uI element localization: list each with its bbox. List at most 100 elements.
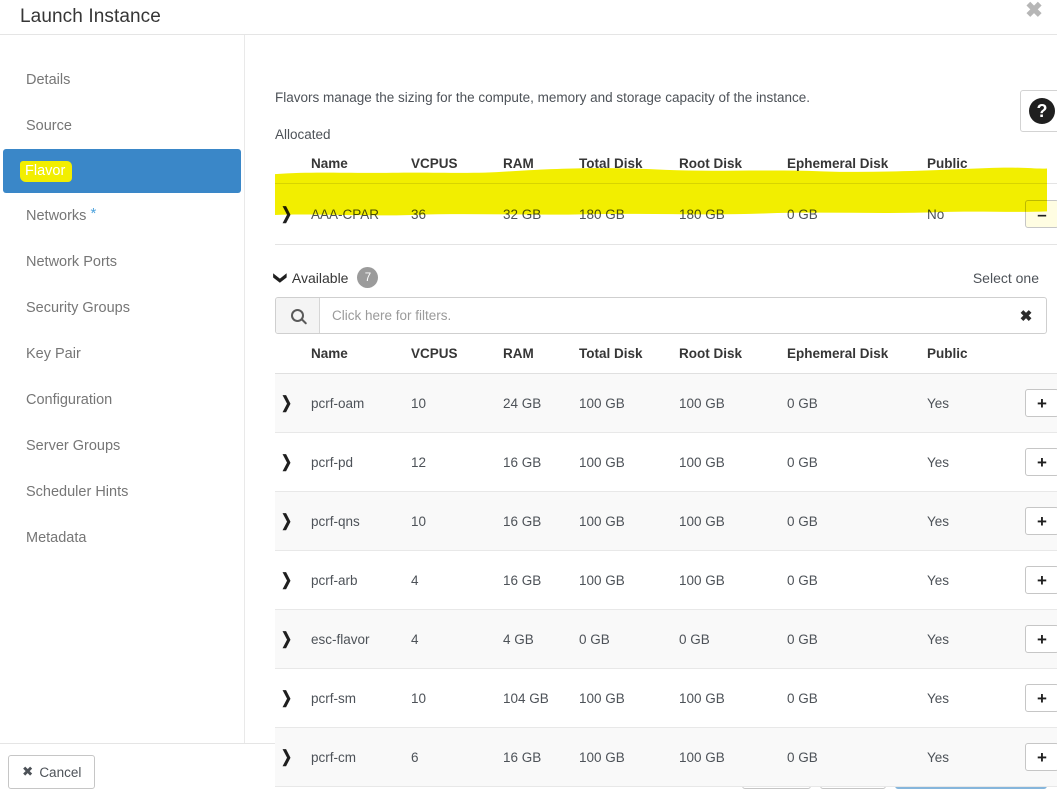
- expand-cell: ❯: [275, 374, 305, 433]
- cell-vcpus: 12: [405, 433, 497, 492]
- wizard-sidebar: Details Source Flavor Networks * Network…: [0, 35, 245, 743]
- chevron-right-icon[interactable]: ❯: [281, 629, 292, 649]
- cell-ephemeral-disk: 0 GB: [781, 374, 921, 433]
- cell-root-disk: 0 GB: [673, 610, 781, 669]
- search-input[interactable]: [320, 298, 1006, 333]
- chevron-right-icon[interactable]: ❯: [281, 747, 292, 767]
- table-header-row: Name VCPUS RAM Total Disk Root Disk Ephe…: [275, 152, 1057, 184]
- table-row[interactable]: ❯ pcrf-arb 4 16 GB 100 GB 100 GB 0 GB Ye…: [275, 551, 1057, 610]
- sidebar-item-security-groups[interactable]: Security Groups: [4, 285, 240, 331]
- available-table-header: Name VCPUS RAM Total Disk Root Disk Ephe…: [275, 342, 1057, 374]
- sidebar-item-label: Scheduler Hints: [26, 484, 128, 500]
- sidebar-item-label: Source: [26, 118, 72, 134]
- th-expand: [275, 152, 305, 184]
- cell-vcpus: 10: [405, 492, 497, 551]
- cancel-button[interactable]: ✖ Cancel: [8, 755, 95, 789]
- close-icon[interactable]: ✖: [1021, 0, 1047, 23]
- cell-root-disk: 100 GB: [673, 728, 781, 787]
- chevron-right-icon[interactable]: ❯: [281, 688, 292, 708]
- expand-cell: ❯: [275, 669, 305, 728]
- available-title: Available: [292, 270, 349, 286]
- allocate-flavor-button[interactable]: +: [1025, 507, 1057, 535]
- chevron-right-icon[interactable]: ❯: [281, 511, 292, 531]
- cell-public: Yes: [921, 433, 1019, 492]
- th-root-disk: Root Disk: [673, 342, 781, 374]
- cell-action: +: [1019, 492, 1057, 551]
- table-row[interactable]: ❯ pcrf-sm 10 104 GB 100 GB 100 GB 0 GB Y…: [275, 669, 1057, 728]
- sidebar-item-label: Details: [26, 72, 70, 88]
- allocate-flavor-button[interactable]: +: [1025, 389, 1057, 417]
- cell-ram: 16 GB: [497, 492, 573, 551]
- table-row[interactable]: ❯ pcrf-oam 10 24 GB 100 GB 100 GB 0 GB Y…: [275, 374, 1057, 433]
- chevron-right-icon[interactable]: ❯: [281, 204, 292, 224]
- allocated-table-wrap: Name VCPUS RAM Total Disk Root Disk Ephe…: [275, 152, 1047, 245]
- cell-total-disk: 0 GB: [573, 610, 673, 669]
- cell-root-disk: 180 GB: [673, 184, 781, 245]
- sidebar-item-networks[interactable]: Networks *: [4, 193, 240, 239]
- allocated-label: Allocated: [275, 127, 1047, 142]
- cell-public: Yes: [921, 551, 1019, 610]
- filter-bar[interactable]: ✖: [275, 297, 1047, 334]
- sidebar-item-metadata[interactable]: Metadata: [4, 515, 240, 561]
- th-name: Name: [305, 342, 405, 374]
- available-flavors-table: Name VCPUS RAM Total Disk Root Disk Ephe…: [275, 342, 1057, 787]
- th-expand: [275, 342, 305, 374]
- th-ram: RAM: [497, 342, 573, 374]
- cell-ram: 24 GB: [497, 374, 573, 433]
- intro-description: Flavors manage the sizing for the comput…: [275, 90, 1047, 105]
- available-section-header: ❯ Available 7 Select one: [275, 267, 1047, 288]
- table-row[interactable]: ❯ pcrf-qns 10 16 GB 100 GB 100 GB 0 GB Y…: [275, 492, 1057, 551]
- cell-name: pcrf-oam: [305, 374, 405, 433]
- cell-action: +: [1019, 433, 1057, 492]
- th-ephemeral-disk: Ephemeral Disk: [781, 152, 921, 184]
- th-public: Public: [921, 342, 1019, 374]
- cell-public: No: [921, 184, 1019, 245]
- sidebar-item-server-groups[interactable]: Server Groups: [4, 423, 240, 469]
- question-mark-icon: ?: [1029, 98, 1055, 124]
- allocate-flavor-button[interactable]: +: [1025, 448, 1057, 476]
- chevron-down-icon[interactable]: ❯: [272, 271, 288, 284]
- chevron-right-icon[interactable]: ❯: [281, 452, 292, 472]
- allocate-flavor-button[interactable]: +: [1025, 566, 1057, 594]
- cell-root-disk: 100 GB: [673, 433, 781, 492]
- cell-ram: 104 GB: [497, 669, 573, 728]
- cell-action: –: [1019, 184, 1057, 245]
- cell-ephemeral-disk: 0 GB: [781, 669, 921, 728]
- cell-ram: 32 GB: [497, 184, 573, 245]
- allocate-flavor-button[interactable]: +: [1025, 743, 1057, 771]
- sidebar-item-details[interactable]: Details: [4, 57, 240, 103]
- th-total-disk: Total Disk: [573, 152, 673, 184]
- table-row[interactable]: ❯ pcrf-cm 6 16 GB 100 GB 100 GB 0 GB Yes…: [275, 728, 1057, 787]
- table-row[interactable]: ❯ AAA-CPAR 36 32 GB 180 GB 180 GB 0 GB N…: [275, 184, 1057, 245]
- sidebar-item-key-pair[interactable]: Key Pair: [4, 331, 240, 377]
- chevron-right-icon[interactable]: ❯: [281, 393, 292, 413]
- sidebar-item-configuration[interactable]: Configuration: [4, 377, 240, 423]
- cell-ram: 16 GB: [497, 433, 573, 492]
- cell-public: Yes: [921, 374, 1019, 433]
- th-vcpus: VCPUS: [405, 342, 497, 374]
- cell-vcpus: 36: [405, 184, 497, 245]
- cell-total-disk: 100 GB: [573, 492, 673, 551]
- available-table-body: ❯ pcrf-oam 10 24 GB 100 GB 100 GB 0 GB Y…: [275, 374, 1057, 787]
- deallocate-flavor-button[interactable]: –: [1025, 200, 1057, 228]
- sidebar-item-network-ports[interactable]: Network Ports: [4, 239, 240, 285]
- sidebar-item-label: Metadata: [26, 530, 86, 546]
- cell-total-disk: 100 GB: [573, 551, 673, 610]
- allocate-flavor-button[interactable]: +: [1025, 625, 1057, 653]
- clear-filter-icon[interactable]: ✖: [1006, 298, 1046, 333]
- cell-ephemeral-disk: 0 GB: [781, 433, 921, 492]
- table-row[interactable]: ❯ esc-flavor 4 4 GB 0 GB 0 GB 0 GB Yes +: [275, 610, 1057, 669]
- sidebar-item-label: Server Groups: [26, 438, 120, 454]
- cell-action: +: [1019, 551, 1057, 610]
- sidebar-item-source[interactable]: Source: [4, 103, 240, 149]
- chevron-right-icon[interactable]: ❯: [281, 570, 292, 590]
- help-button[interactable]: ?: [1020, 90, 1057, 132]
- cell-public: Yes: [921, 492, 1019, 551]
- cell-vcpus: 4: [405, 610, 497, 669]
- search-button[interactable]: [276, 298, 320, 333]
- sidebar-item-scheduler-hints[interactable]: Scheduler Hints: [4, 469, 240, 515]
- allocated-flavors-table: Name VCPUS RAM Total Disk Root Disk Ephe…: [275, 152, 1057, 245]
- table-row[interactable]: ❯ pcrf-pd 12 16 GB 100 GB 100 GB 0 GB Ye…: [275, 433, 1057, 492]
- sidebar-item-flavor[interactable]: Flavor: [3, 149, 241, 193]
- allocate-flavor-button[interactable]: +: [1025, 684, 1057, 712]
